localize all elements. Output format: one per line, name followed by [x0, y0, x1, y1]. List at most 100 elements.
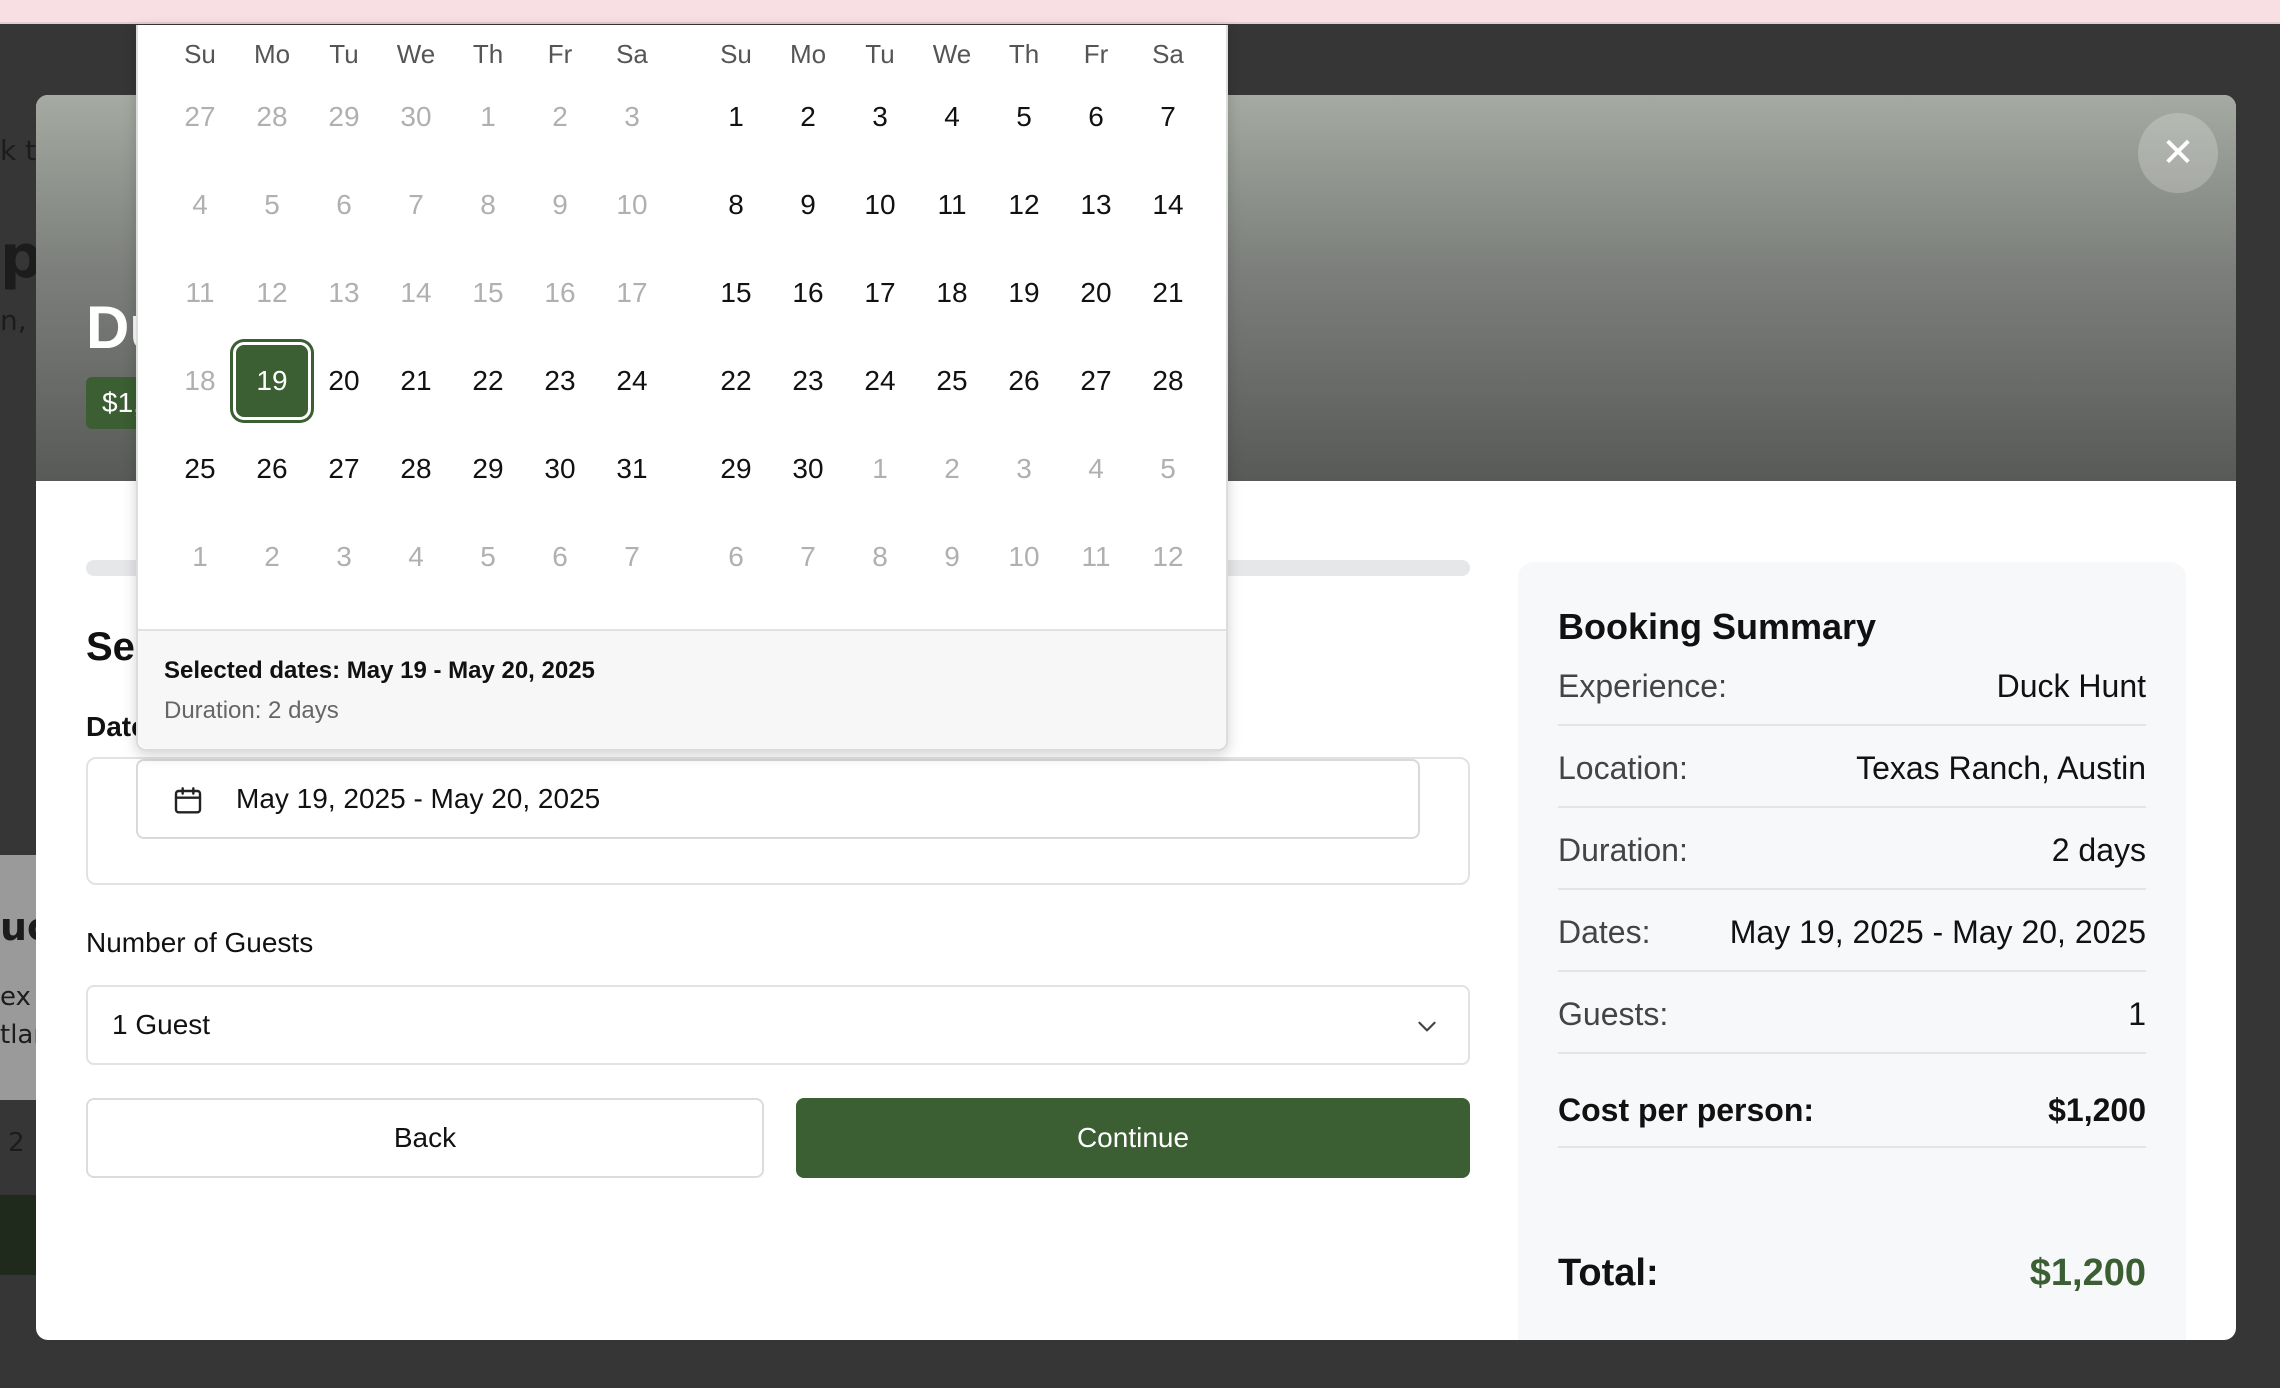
calendar-day[interactable]: 9 [772, 169, 844, 241]
calendar-day[interactable]: 1 [700, 81, 772, 153]
calendar-day[interactable]: 18 [164, 345, 236, 417]
calendar-day[interactable]: 8 [452, 169, 524, 241]
calendar-day[interactable]: 6 [700, 521, 772, 593]
calendar-day[interactable]: 28 [236, 81, 308, 153]
calendar-day[interactable]: 8 [700, 169, 772, 241]
calendar-day[interactable]: 29 [308, 81, 380, 153]
calendar-day[interactable]: 27 [308, 433, 380, 505]
calendar-day[interactable]: 2 [916, 433, 988, 505]
calendar-day[interactable]: 14 [1132, 169, 1204, 241]
calendar-day[interactable]: 16 [524, 257, 596, 329]
calendar-day[interactable]: 17 [844, 257, 916, 329]
calendar-day[interactable]: 11 [1060, 521, 1132, 593]
calendar-day[interactable]: 4 [916, 81, 988, 153]
calendar-day[interactable]: 7 [772, 521, 844, 593]
calendar-icon [174, 787, 202, 814]
calendar-day[interactable]: 1 [164, 521, 236, 593]
calendar-day[interactable]: 2 [236, 521, 308, 593]
summary-value: Duck Hunt [1996, 668, 2146, 704]
calendar-day[interactable]: 15 [700, 257, 772, 329]
close-button[interactable]: ✕ [2138, 113, 2218, 193]
calendar-day[interactable]: 21 [1132, 257, 1204, 329]
calendar-day[interactable]: 21 [380, 345, 452, 417]
calendar-day[interactable]: 31 [596, 433, 668, 505]
calendar-day[interactable]: 14 [380, 257, 452, 329]
calendar-day[interactable]: 27 [1060, 345, 1132, 417]
calendar-day[interactable]: 6 [524, 521, 596, 593]
calendar-day[interactable]: 27 [164, 81, 236, 153]
calendar-day[interactable]: 10 [596, 169, 668, 241]
calendar-day[interactable]: 12 [988, 169, 1060, 241]
date-range-input[interactable]: May 19, 2025 - May 20, 2025 [136, 759, 1420, 839]
calendar-day[interactable]: 2 [524, 81, 596, 153]
calendar-day[interactable]: 24 [844, 345, 916, 417]
calendar-day[interactable]: 6 [1060, 81, 1132, 153]
calendar-day[interactable]: 30 [772, 433, 844, 505]
calendar-day[interactable]: 12 [1132, 521, 1204, 593]
summary-row-cost-per-person: Cost per person: $1,200 [1558, 1068, 2146, 1148]
calendar-day[interactable]: 15 [452, 257, 524, 329]
calendar-day[interactable]: 8 [844, 521, 916, 593]
calendar-day[interactable]: 11 [916, 169, 988, 241]
calendar-day[interactable]: 30 [380, 81, 452, 153]
calendar-day[interactable]: 5 [236, 169, 308, 241]
calendar-day[interactable]: 25 [916, 345, 988, 417]
calendar-day[interactable]: 25 [164, 433, 236, 505]
calendar-day[interactable]: 28 [1132, 345, 1204, 417]
calendar-day[interactable]: 7 [380, 169, 452, 241]
calendar-day[interactable]: 30 [524, 433, 596, 505]
calendar-day[interactable]: 1 [844, 433, 916, 505]
calendar-day[interactable]: 16 [772, 257, 844, 329]
weekday-header: Tu [329, 39, 359, 69]
calendar-day[interactable]: 22 [700, 345, 772, 417]
calendar-day[interactable]: 5 [1132, 433, 1204, 505]
calendar-day[interactable]: 13 [308, 257, 380, 329]
calendar-day[interactable]: 4 [164, 169, 236, 241]
calendar-day[interactable]: 29 [452, 433, 524, 505]
calendar-day[interactable]: 23 [524, 345, 596, 417]
calendar-day[interactable]: 9 [916, 521, 988, 593]
summary-row-experience: Experience: Duck Hunt [1558, 644, 2146, 726]
calendar-day[interactable]: 4 [1060, 433, 1132, 505]
calendar-day[interactable]: 12 [236, 257, 308, 329]
calendar-day[interactable]: 19 [988, 257, 1060, 329]
calendar-day[interactable]: 3 [844, 81, 916, 153]
calendar-day[interactable]: 11 [164, 257, 236, 329]
calendar-day[interactable]: 5 [452, 521, 524, 593]
calendar-day[interactable]: 10 [844, 169, 916, 241]
calendar-day[interactable]: 26 [236, 433, 308, 505]
calendar-day[interactable]: 26 [988, 345, 1060, 417]
summary-value: 1 [2128, 996, 2146, 1032]
calendar-day[interactable]: 7 [596, 521, 668, 593]
calendar-day[interactable]: 9 [524, 169, 596, 241]
date-picker-popover: Su Mo Tu We Th Fr Sa 27 28 29 30 1 2 3 4 5 6 7 8 9 10 11 12 13 1… [136, 25, 1228, 751]
calendar-day[interactable]: 7 [1132, 81, 1204, 153]
calendar-day[interactable]: 29 [700, 433, 772, 505]
calendar-day[interactable]: 28 [380, 433, 452, 505]
calendar-day[interactable]: 3 [596, 81, 668, 153]
back-button[interactable]: Back [86, 1098, 764, 1178]
calendar-day[interactable]: 3 [988, 433, 1060, 505]
summary-row-location: Location: Texas Ranch, Austin [1558, 726, 2146, 808]
calendar-day[interactable]: 20 [308, 345, 380, 417]
calendar-day[interactable]: 24 [596, 345, 668, 417]
calendar-day[interactable]: 3 [308, 521, 380, 593]
calendar-day[interactable]: 20 [1060, 257, 1132, 329]
calendar-day[interactable]: 2 [772, 81, 844, 153]
calendar-day-selected[interactable]: 19 [236, 345, 308, 417]
guests-select[interactable]: 1 Guest [86, 985, 1470, 1065]
calendar-day[interactable]: 17 [596, 257, 668, 329]
weekday-header: Sa [1152, 39, 1184, 69]
calendar-day[interactable]: 23 [772, 345, 844, 417]
calendar-day[interactable]: 1 [452, 81, 524, 153]
continue-button[interactable]: Continue [796, 1098, 1470, 1178]
weekday-header: Sa [616, 39, 648, 69]
calendar-day[interactable]: 5 [988, 81, 1060, 153]
calendar-day[interactable]: 18 [916, 257, 988, 329]
weekday-header: Fr [547, 39, 573, 69]
calendar-day[interactable]: 10 [988, 521, 1060, 593]
calendar-day[interactable]: 6 [308, 169, 380, 241]
calendar-day[interactable]: 13 [1060, 169, 1132, 241]
calendar-day[interactable]: 22 [452, 345, 524, 417]
calendar-day[interactable]: 4 [380, 521, 452, 593]
